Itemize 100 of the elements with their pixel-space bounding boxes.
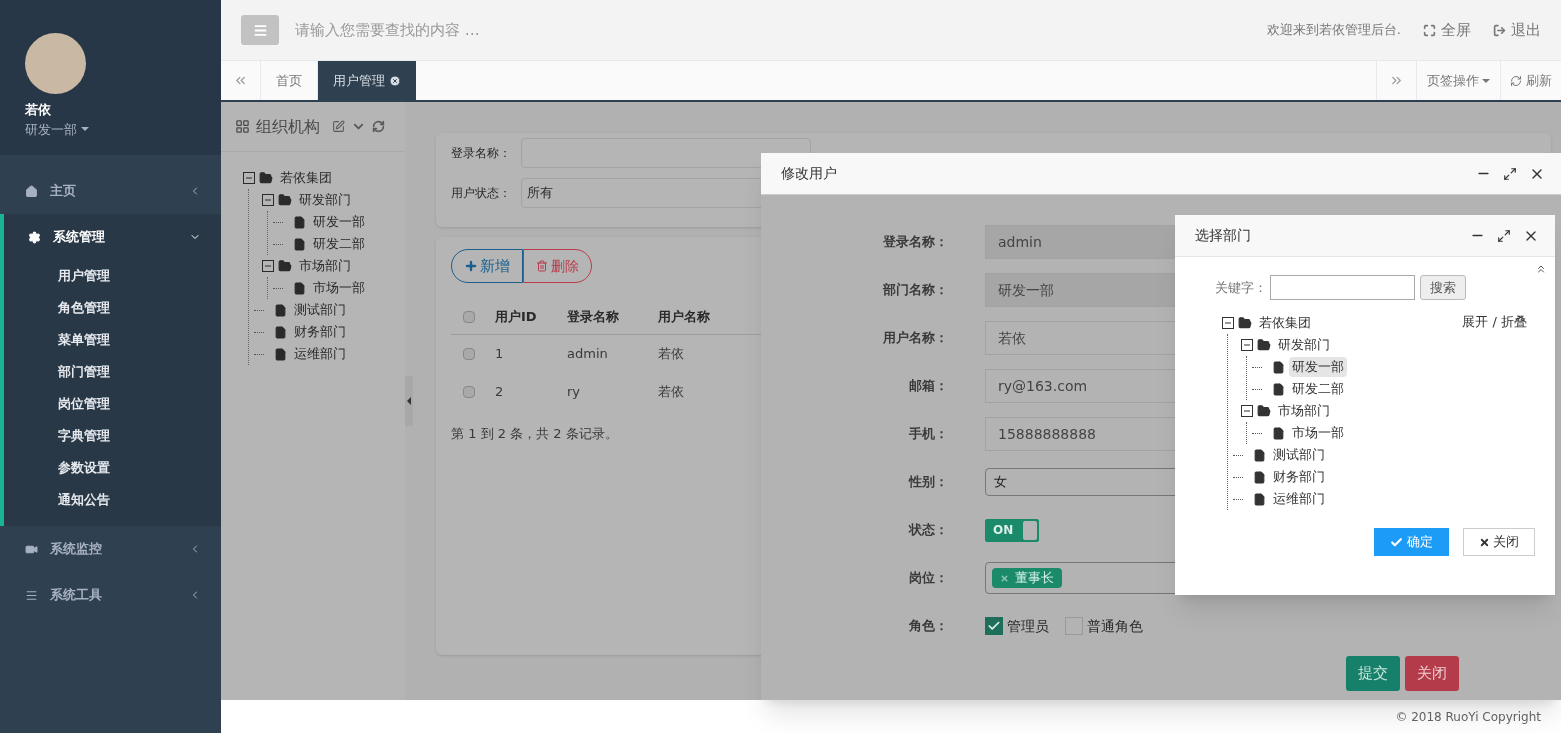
logout-icon: [1493, 23, 1506, 37]
field-label: 状态：: [907, 521, 948, 540]
submenu-item[interactable]: 字典管理: [4, 420, 221, 452]
table-cell-text: ry: [567, 383, 582, 402]
checkbox-label: 管理员: [1007, 616, 1049, 636]
field-label: 部门名称：: [882, 281, 948, 300]
menu-toggle-button[interactable]: [241, 15, 279, 45]
file-icon: [1272, 360, 1285, 374]
submenu-item[interactable]: 岗位管理: [4, 388, 221, 420]
tab[interactable]: 用户管理: [318, 61, 416, 100]
collapse-icon[interactable]: [262, 194, 274, 206]
trash-icon: [536, 260, 548, 272]
plus-icon: [464, 259, 478, 273]
close-button[interactable]: 关闭: [1463, 528, 1535, 556]
panel-title: 组织机构: [256, 115, 320, 138]
search-button[interactable]: 搜索: [1420, 275, 1466, 300]
dialog-title: 选择部门: [1195, 226, 1251, 245]
field-label: 角色：: [908, 617, 948, 636]
field-label: 手机：: [908, 425, 948, 444]
submenu-item[interactable]: 参数设置: [4, 452, 221, 484]
menu-item[interactable]: 系统监控: [0, 526, 221, 572]
maximize-icon[interactable]: [1497, 228, 1511, 243]
refresh-button[interactable]: 刷新: [1500, 61, 1561, 100]
tree-node[interactable]: 研发部门: [1275, 335, 1333, 355]
tree-node[interactable]: 市场部门: [296, 256, 354, 276]
tree-node[interactable]: 市场一部: [310, 278, 368, 298]
collapse-icon[interactable]: [1241, 339, 1253, 351]
user-department[interactable]: 研发一部: [25, 119, 77, 139]
folder-icon: [1238, 316, 1252, 330]
submenu-item[interactable]: 角色管理: [4, 292, 221, 324]
column-header: 登录名称: [567, 307, 620, 326]
tree-node[interactable]: 市场一部: [1289, 423, 1347, 443]
submenu-item[interactable]: 通知公告: [4, 484, 221, 516]
checkbox-label: 普通角色: [1087, 616, 1143, 636]
file-icon: [1253, 448, 1266, 462]
table-cell-text: 若依: [658, 345, 685, 364]
pagination-info: 第 1 到 2 条，共 2 条记录。: [451, 426, 618, 441]
tree-node[interactable]: 市场部门: [1275, 401, 1333, 421]
splitter-handle[interactable]: [405, 376, 413, 426]
file-icon: [274, 303, 287, 317]
file-icon: [274, 325, 287, 339]
checkbox[interactable]: [1065, 617, 1083, 635]
submenu-item[interactable]: 部门管理: [4, 356, 221, 388]
checkbox[interactable]: [463, 348, 475, 360]
collapse-icon[interactable]: [243, 172, 255, 184]
tree-node[interactable]: 若依集团: [1256, 313, 1314, 333]
welcome-text: 欢迎来到若依管理后台.: [1266, 21, 1401, 40]
toggle-switch[interactable]: ON: [985, 518, 1039, 542]
submit-button[interactable]: 提交: [1346, 656, 1400, 691]
avatar-placeholder: [25, 33, 86, 94]
file-icon: [1272, 382, 1285, 396]
close-button[interactable]: 关闭: [1405, 656, 1459, 691]
checkbox[interactable]: [463, 310, 475, 323]
checkbox[interactable]: [985, 617, 1003, 635]
logout-button[interactable]: 退出: [1493, 18, 1541, 42]
tree-node[interactable]: 研发二部: [1289, 379, 1347, 399]
tree-node[interactable]: 财务部门: [1270, 467, 1328, 487]
tree-node[interactable]: 测试部门: [291, 300, 349, 320]
menu-item[interactable]: 系统工具: [0, 572, 221, 618]
tree-node[interactable]: 若依集团: [277, 168, 335, 188]
keyword-field[interactable]: [1270, 275, 1415, 300]
edit-icon[interactable]: [332, 120, 345, 133]
tree-node[interactable]: 研发一部: [1289, 357, 1347, 377]
fullscreen-button[interactable]: 全屏: [1423, 18, 1471, 42]
submenu-item[interactable]: 用户管理: [4, 260, 221, 292]
copyright-text: © 2018 RuoYi Copyright: [1395, 708, 1541, 726]
menu-item[interactable]: 系统管理: [4, 214, 221, 260]
tree-node[interactable]: 测试部门: [1270, 445, 1328, 465]
close-icon: [1479, 536, 1490, 548]
folder-icon: [278, 193, 292, 207]
tree-node[interactable]: 财务部门: [291, 322, 349, 342]
file-icon: [1253, 470, 1266, 484]
refresh-icon[interactable]: [372, 120, 385, 133]
close-icon[interactable]: [389, 74, 401, 87]
folder-icon: [1257, 338, 1271, 352]
file-icon: [1253, 492, 1266, 506]
collapse-icon[interactable]: [1241, 405, 1253, 417]
tab-menu-button[interactable]: 页签操作: [1416, 61, 1500, 100]
checkbox[interactable]: [463, 386, 475, 398]
menu-item[interactable]: 主页: [0, 168, 221, 214]
tree-node[interactable]: 研发部门: [296, 190, 354, 210]
submenu-item[interactable]: 菜单管理: [4, 324, 221, 356]
user-name: 若依: [25, 101, 52, 119]
field-label: 邮箱：: [908, 377, 948, 396]
search-field[interactable]: 请输入您需要查找的内容 …: [295, 18, 695, 42]
tree-node[interactable]: 研发二部: [310, 234, 368, 254]
caret-icon[interactable]: [81, 127, 89, 132]
column-header: 用户名称: [658, 307, 711, 326]
tree-node[interactable]: 运维部门: [1270, 489, 1328, 509]
collapse-up-icon[interactable]: [1535, 263, 1547, 275]
expand-collapse-link[interactable]: 展开 / 折叠: [1462, 312, 1527, 332]
collapse-icon[interactable]: [262, 260, 274, 272]
maximize-icon[interactable]: [1503, 166, 1517, 181]
refresh-icon: [1510, 74, 1522, 87]
tree-node[interactable]: 运维部门: [291, 344, 349, 364]
tag[interactable]: 董事长: [992, 568, 1062, 588]
collapse-icon[interactable]: [1222, 317, 1234, 329]
tree-node[interactable]: 研发一部: [310, 212, 368, 232]
column-header: 用户ID: [495, 307, 538, 326]
file-icon: [274, 347, 287, 361]
